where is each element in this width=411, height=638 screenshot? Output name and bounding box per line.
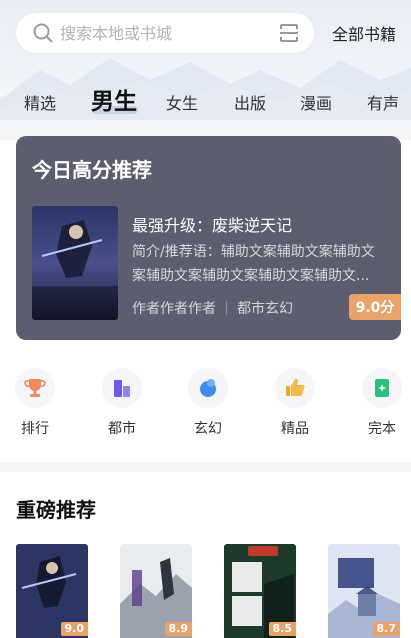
book-card[interactable]: 8.7 <box>328 544 400 638</box>
category-label: 精品 <box>281 421 309 437</box>
search-bar: 全部书籍 <box>16 12 406 54</box>
featured-book-list: 9.0 8.9 8.5 8.7 <box>0 544 411 638</box>
completed-book-icon <box>375 379 389 397</box>
section-divider <box>0 462 411 472</box>
book-genre: 都市玄幻 <box>237 301 293 317</box>
trophy-icon <box>24 379 46 397</box>
category-label: 都市 <box>108 421 136 437</box>
book-meta: 作者作者作者 都市玄幻 <box>132 298 293 318</box>
category-ranking[interactable]: 排行 <box>5 368 65 438</box>
tab-male[interactable]: 男生 <box>91 82 137 116</box>
tab-publishing[interactable]: 出版 <box>234 90 266 114</box>
daily-recommendation-card[interactable]: 今日高分推荐 最强升级：废柴逆天记 简介/推荐语：辅助文案辅助文案辅助文案辅助文… <box>16 136 401 340</box>
scan-icon[interactable] <box>278 22 300 44</box>
search-box[interactable] <box>16 13 314 53</box>
book-score: 8.9 <box>164 622 192 636</box>
book-card[interactable]: 8.9 <box>120 544 192 638</box>
category-completed[interactable]: 完本 <box>352 368 411 438</box>
category-quality[interactable]: 精品 <box>265 368 325 438</box>
category-tabs: 精选 男生 女生 出版 漫画 有声 <box>0 80 411 120</box>
completed-icon-wrap <box>362 368 402 408</box>
tab-comics[interactable]: 漫画 <box>300 90 332 114</box>
tab-featured[interactable]: 精选 <box>24 90 56 114</box>
recommendation-heading: 今日高分推荐 <box>32 158 152 182</box>
book-description: 简介/推荐语：辅助文案辅助文案辅助文案辅助文案辅助文案辅助文案辅助文... <box>132 244 375 284</box>
fantasy-icon <box>200 379 216 397</box>
search-icon <box>33 23 53 43</box>
book-score: 8.7 <box>372 622 400 636</box>
search-input[interactable] <box>60 23 278 43</box>
quality-icon-wrap <box>275 368 315 408</box>
ranking-icon-wrap <box>15 368 55 408</box>
quick-categories: 排行 都市 玄幻 精品 完本 <box>0 368 411 442</box>
category-city[interactable]: 都市 <box>92 368 152 438</box>
city-icon <box>114 380 130 397</box>
city-icon-wrap <box>102 368 142 408</box>
category-label: 排行 <box>21 421 49 437</box>
book-card[interactable]: 9.0 <box>16 544 88 638</box>
meta-divider <box>226 301 227 315</box>
fantasy-icon-wrap <box>188 368 228 408</box>
category-label: 玄幻 <box>194 421 222 437</box>
category-fantasy[interactable]: 玄幻 <box>178 368 238 438</box>
book-card[interactable]: 8.5 <box>224 544 296 638</box>
all-books-link[interactable]: 全部书籍 <box>332 21 396 45</box>
featured-section-title: 重磅推荐 <box>16 498 96 522</box>
score-badge: 9.0分 <box>349 294 401 320</box>
book-cover[interactable] <box>32 206 118 320</box>
book-score: 8.5 <box>268 622 296 636</box>
category-label: 完本 <box>368 421 396 437</box>
thumbs-up-icon <box>286 378 305 397</box>
book-cover-art <box>32 206 118 320</box>
book-score: 9.0 <box>60 622 88 636</box>
book-author: 作者作者作者 <box>132 301 216 317</box>
tab-female[interactable]: 女生 <box>166 90 198 114</box>
book-title[interactable]: 最强升级：废柴逆天记 <box>132 212 292 236</box>
tab-audio[interactable]: 有声 <box>367 90 399 114</box>
